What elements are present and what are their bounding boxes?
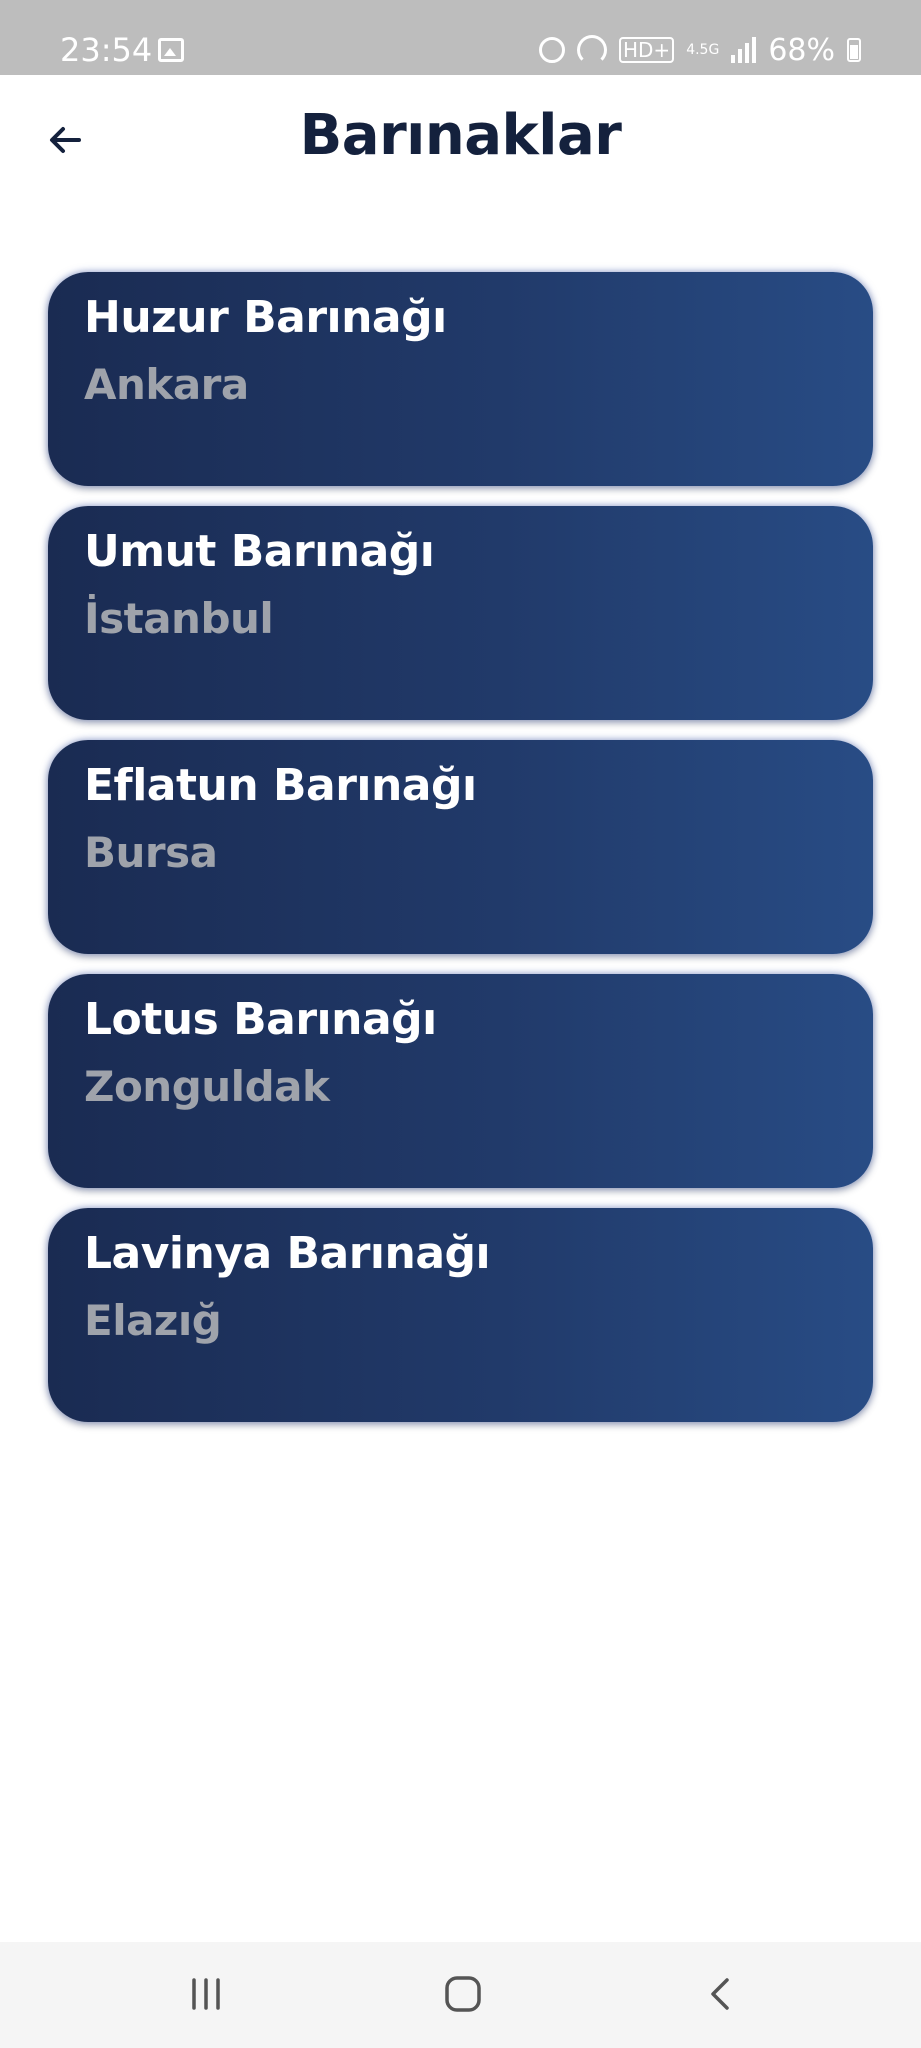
shelter-card-lotus[interactable]: Lotus Barınağı Zonguldak xyxy=(48,974,873,1188)
shelter-name: Umut Barınağı xyxy=(84,526,435,577)
shelter-name: Lavinya Barınağı xyxy=(84,1228,491,1279)
network-type-icon: 4.5G xyxy=(686,42,720,58)
shelter-card-umut[interactable]: Umut Barınağı İstanbul xyxy=(48,506,873,720)
hotspot-icon xyxy=(576,35,607,65)
shelter-city: Elazığ xyxy=(84,1296,222,1345)
shelter-card-eflatun[interactable]: Eflatun Barınağı Bursa xyxy=(48,740,873,954)
shelter-city: Bursa xyxy=(84,828,218,877)
alarm-icon xyxy=(538,37,565,63)
status-icons: HD+ 4.5G 68% xyxy=(538,30,861,70)
shelter-name: Lotus Barınağı xyxy=(84,994,437,1045)
status-bar: 23:54 HD+ 4.5G 68% xyxy=(0,0,921,75)
system-nav-bar xyxy=(0,1942,921,2048)
chevron-left-icon xyxy=(711,1978,729,2010)
shelter-city: Ankara xyxy=(84,360,249,409)
hd-voice-icon: HD+ xyxy=(618,37,675,63)
status-time: 23:54 xyxy=(60,31,153,69)
app-header: Barınaklar xyxy=(0,75,921,205)
home-button[interactable] xyxy=(418,1964,508,2024)
shelter-city: Zonguldak xyxy=(84,1062,330,1111)
recents-button[interactable] xyxy=(161,1964,251,2024)
shelter-list: Huzur Barınağı Ankara Umut Barınağı İsta… xyxy=(48,272,873,1442)
shelter-city: İstanbul xyxy=(84,594,274,643)
shelter-card-huzur[interactable]: Huzur Barınağı Ankara xyxy=(48,272,873,486)
shelter-card-lavinya[interactable]: Lavinya Barınağı Elazığ xyxy=(48,1208,873,1422)
shelter-name: Huzur Barınağı xyxy=(84,292,447,343)
battery-icon xyxy=(847,38,861,62)
battery-percent: 68% xyxy=(768,32,835,68)
recents-icon xyxy=(192,1978,220,2010)
signal-icon xyxy=(731,37,757,63)
page-title: Barınaklar xyxy=(299,103,622,168)
nav-back-button[interactable] xyxy=(676,1964,766,2024)
shelter-name: Eflatun Barınağı xyxy=(84,760,477,811)
home-icon xyxy=(445,1976,481,2012)
gallery-notification-icon xyxy=(158,38,184,62)
